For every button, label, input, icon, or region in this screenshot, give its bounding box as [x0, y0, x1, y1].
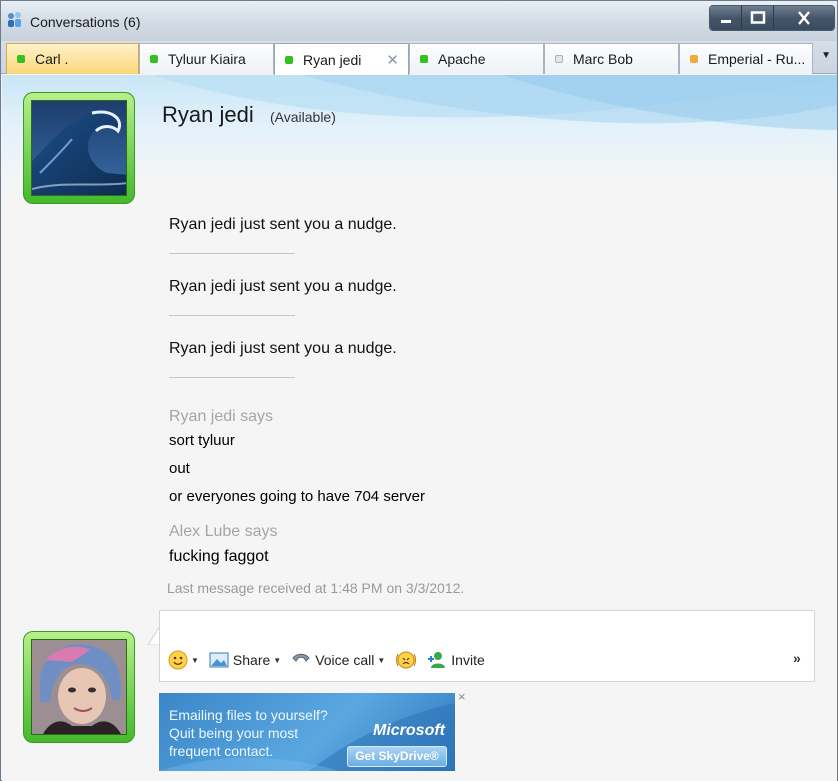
compose-toolbar: ▼ Share ▼ Voice call ▼ Invite [168, 649, 495, 671]
tab-label: Tyluur Kiaira [168, 51, 246, 67]
invite-label: Invite [451, 652, 485, 668]
last-message-timestamp: Last message received at 1:48 PM on 3/3/… [167, 580, 465, 596]
conversation-tabs: Carl . Tyluur Kiaira Ryan jedi ✕ Apache … [1, 41, 837, 75]
tab-close-icon[interactable]: ✕ [386, 51, 399, 69]
tab-carl[interactable]: Carl . [6, 43, 139, 74]
title-bar[interactable]: Conversations (6) [1, 1, 837, 41]
tab-apache[interactable]: Apache [409, 43, 544, 74]
status-dot-icon [420, 55, 428, 63]
ad-line: Emailing files to yourself? [169, 707, 328, 723]
conversation-window: Conversations (6) Carl . Tyluur Kiaira R… [0, 0, 838, 781]
phone-icon [292, 653, 310, 662]
chevron-down-icon: ▼ [377, 655, 386, 665]
user-photo [31, 639, 127, 735]
chat-message: sort tyluur [169, 432, 235, 449]
microsoft-logo: Microsoft [373, 722, 445, 739]
minimize-button[interactable] [710, 6, 742, 30]
contact-status: (Available) [270, 109, 336, 125]
sender-label: Ryan jedi says [169, 408, 274, 425]
wave-image [31, 100, 127, 196]
chevron-down-icon: ▼ [273, 655, 282, 665]
contact-avatar[interactable] [23, 92, 135, 204]
invite-button[interactable]: Invite [427, 650, 485, 670]
window-title: Conversations (6) [30, 14, 141, 30]
tab-label: Emperial - Ru... [708, 51, 806, 67]
window-controls [709, 5, 835, 31]
divider [169, 377, 295, 378]
close-ad-icon[interactable]: × [458, 689, 466, 704]
tab-label: Apache [438, 51, 486, 67]
share-label: Share [232, 652, 271, 668]
self-avatar[interactable] [23, 631, 135, 743]
ad-line: Quit being your most [169, 725, 299, 741]
tab-tyluur-kiaira[interactable]: Tyluur Kiaira [139, 43, 274, 74]
voice-call-label: Voice call [315, 652, 375, 668]
nudge-message: Ryan jedi just sent you a nudge. [169, 278, 397, 295]
contact-name: Ryan jedi [162, 102, 254, 127]
get-skydrive-button[interactable]: Get SkyDrive® [347, 746, 447, 767]
status-dot-icon [150, 55, 158, 63]
message-input[interactable] [159, 610, 815, 682]
chat-message: or everyones going to have 704 server [169, 488, 425, 505]
maximize-icon [750, 11, 765, 24]
avatar-picture [32, 640, 126, 734]
tab-label: Carl . [35, 51, 69, 67]
nudge-message: Ryan jedi just sent you a nudge. [169, 340, 397, 357]
advertisement-banner[interactable]: Emailing files to yourself? Quit being y… [159, 693, 455, 771]
chevron-down-icon[interactable]: ▼ [821, 50, 831, 61]
tab-label: Marc Bob [573, 51, 633, 67]
conversation-pane: Ryan jedi (Available) Ryan jedi just sen… [2, 75, 837, 781]
maximize-button[interactable] [742, 6, 774, 30]
status-dot-icon [17, 55, 25, 63]
voice-call-button[interactable]: Voice call ▼ [291, 651, 385, 669]
picture-icon [209, 652, 229, 668]
messenger-icon [8, 12, 21, 27]
more-options-icon[interactable]: » [793, 650, 801, 666]
nudge-button[interactable] [395, 650, 417, 670]
tab-marc-bob[interactable]: Marc Bob [544, 43, 679, 74]
share-button[interactable]: Share ▼ [209, 652, 281, 668]
divider [169, 315, 295, 316]
close-icon [798, 11, 810, 25]
tab-ryan-jedi[interactable]: Ryan jedi ✕ [274, 43, 409, 75]
avatar-picture [32, 101, 126, 195]
nudge-message: Ryan jedi just sent you a nudge. [169, 216, 397, 233]
chat-message: fucking faggot [169, 548, 269, 565]
emoticon-button[interactable]: ▼ [168, 650, 199, 670]
smiley-icon [168, 650, 188, 670]
tab-emperial[interactable]: Emperial - Ru... [679, 43, 813, 74]
ad-text: Emailing files to yourself? Quit being y… [169, 706, 349, 760]
status-dot-icon [555, 55, 563, 63]
close-button[interactable] [774, 6, 834, 30]
chevron-down-icon: ▼ [191, 655, 199, 665]
divider [169, 253, 295, 254]
status-dot-icon [285, 55, 293, 64]
sender-label: Alex Lube says [169, 523, 278, 540]
nudge-icon [396, 651, 417, 669]
tab-label: Ryan jedi [303, 51, 362, 68]
add-contact-icon [428, 652, 446, 668]
minimize-icon [720, 20, 731, 23]
ad-line: frequent contact. [169, 743, 274, 759]
status-dot-icon [690, 55, 698, 63]
chat-message: out [169, 460, 190, 477]
